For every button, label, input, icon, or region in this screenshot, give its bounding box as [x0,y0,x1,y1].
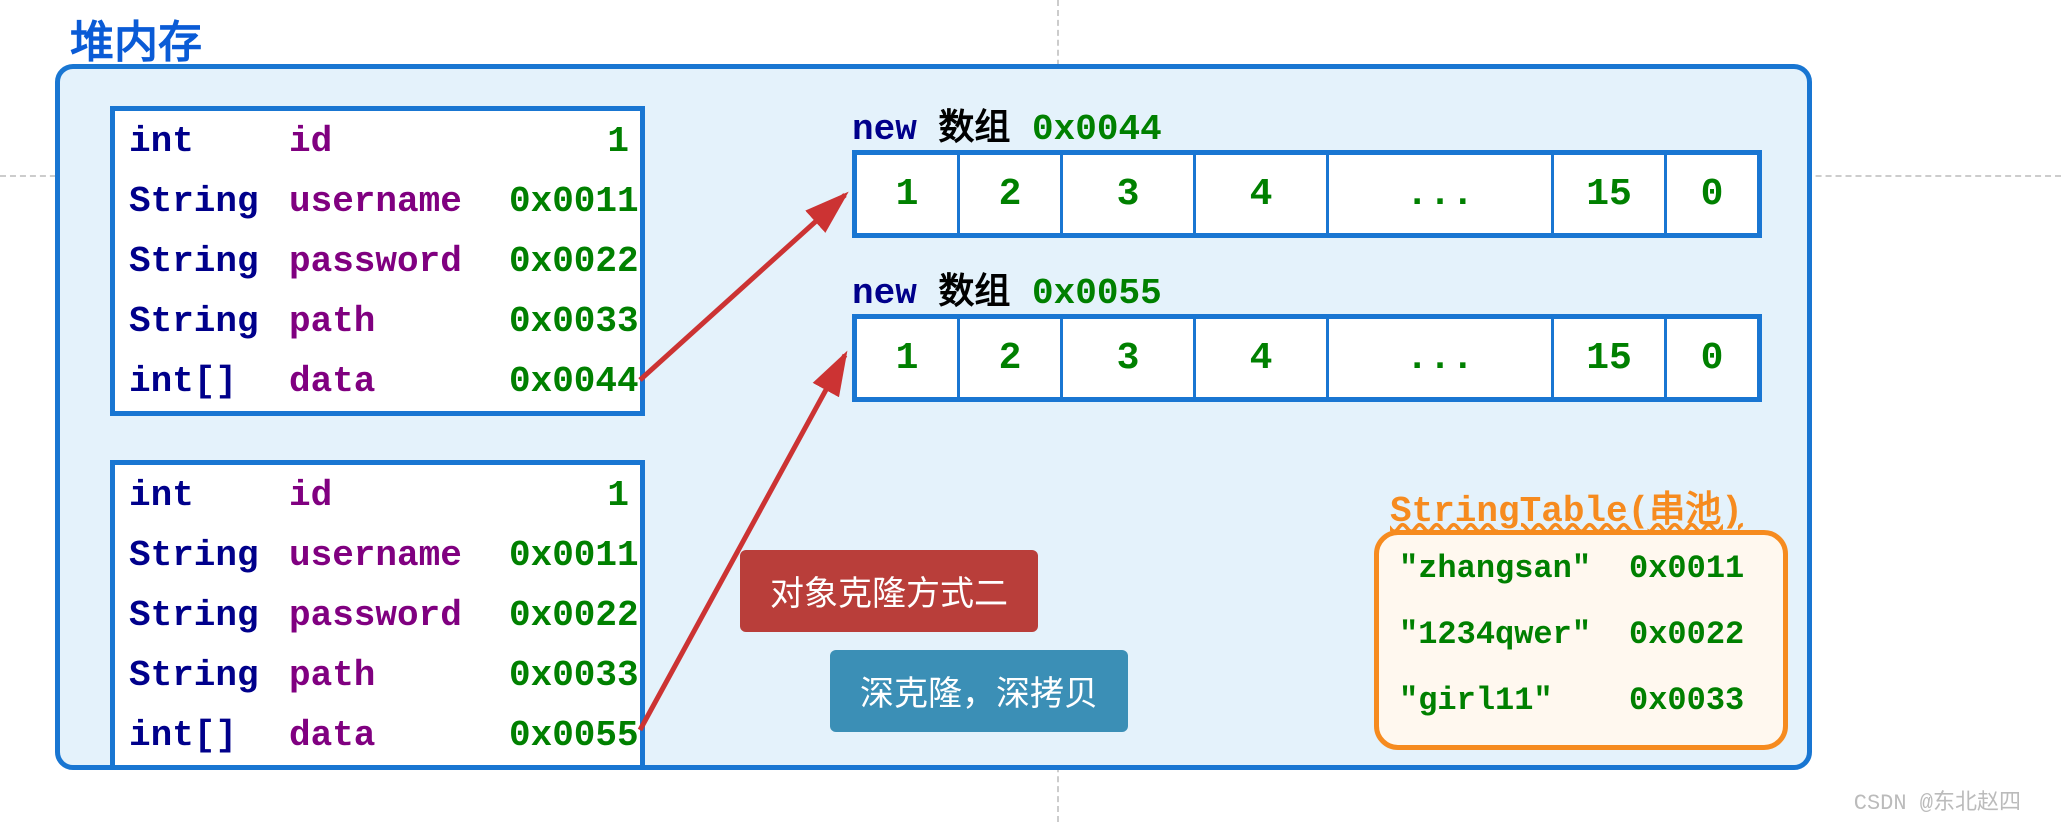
obj1-row: intid1 [115,111,640,171]
array-cell: 1 [857,155,960,233]
pool-row: "zhangsan"0x0011 [1379,535,1783,601]
string-table-title: StringTable(串池) [1390,480,1743,532]
array-cell: ... [1329,155,1554,233]
pool-row: "1234qwer"0x0022 [1379,601,1783,667]
array-cell: 2 [960,319,1063,397]
watermark: CSDN @东北赵四 [1854,784,2021,816]
array-2-title: new 数组 0x0055 [852,262,1162,314]
obj1-row: Stringusername0x0011 [115,171,640,231]
array-cell: 4 [1196,155,1329,233]
string-table: "zhangsan"0x0011 "1234qwer"0x0022 "girl1… [1374,530,1788,750]
array-cell: 0 [1667,319,1757,397]
obj2-row: int[]data0x0055 [115,705,640,765]
pool-row: "girl11"0x0033 [1379,667,1783,733]
array-cell: 2 [960,155,1063,233]
array-2: 1 2 3 4 ... 15 0 [852,314,1762,402]
obj1-row: Stringpassword0x0022 [115,231,640,291]
obj2-row: Stringpath0x0033 [115,645,640,705]
tag-clone-method: 对象克隆方式二 [740,550,1038,632]
array-1: 1 2 3 4 ... 15 0 [852,150,1762,238]
array-cell: 15 [1554,155,1667,233]
object-2: intid1 Stringusername0x0011 Stringpasswo… [110,460,645,770]
tag-deep-copy: 深克隆，深拷贝 [830,650,1128,732]
obj2-row: intid1 [115,465,640,525]
array-cell: 1 [857,319,960,397]
array-cell: 4 [1196,319,1329,397]
heap-title: 堆内存 [70,6,202,71]
obj1-row: int[]data0x0044 [115,351,640,411]
obj1-row: Stringpath0x0033 [115,291,640,351]
object-1: intid1 Stringusername0x0011 Stringpasswo… [110,106,645,416]
array-cell: 3 [1063,155,1196,233]
array-cell: 0 [1667,155,1757,233]
array-1-title: new 数组 0x0044 [852,98,1162,150]
array-cell: 3 [1063,319,1196,397]
obj2-row: Stringpassword0x0022 [115,585,640,645]
array-cell: ... [1329,319,1554,397]
array-cell: 15 [1554,319,1667,397]
obj2-row: Stringusername0x0011 [115,525,640,585]
